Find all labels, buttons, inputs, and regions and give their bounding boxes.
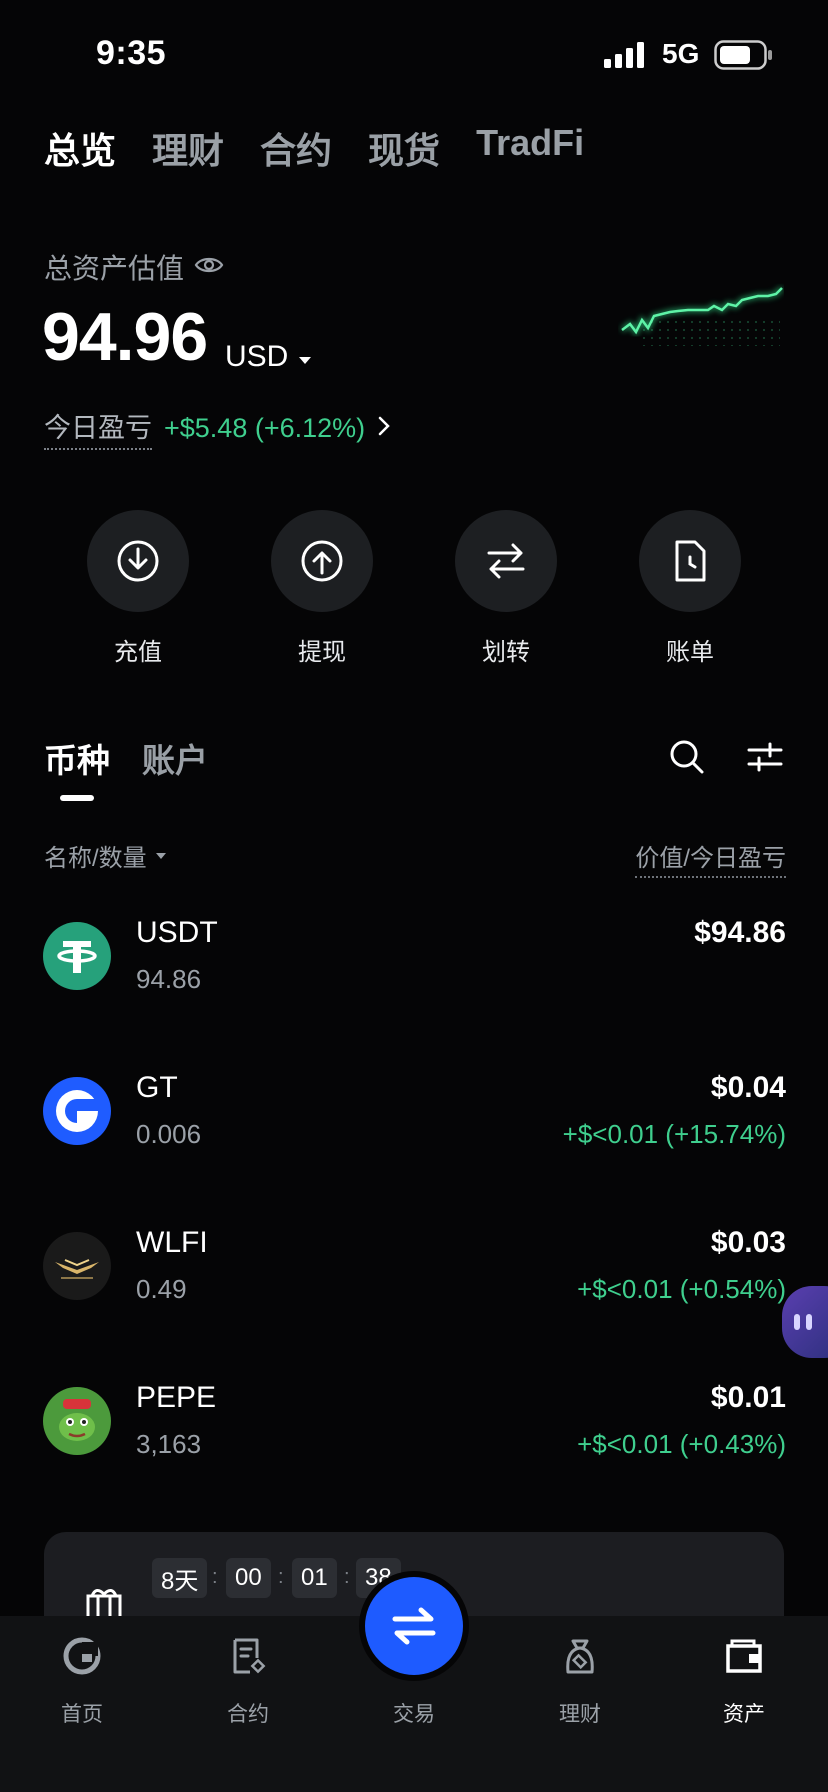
- contract-icon: [233, 1638, 266, 1674]
- wallet-icon: [726, 1639, 762, 1673]
- asset-sparkline: [618, 280, 784, 355]
- coin-row-wlfi[interactable]: [0, 1200, 828, 1340]
- network-type: 5G: [662, 38, 700, 69]
- currency-selector[interactable]: USD: [225, 340, 312, 374]
- finance-icon: [566, 1639, 594, 1674]
- coin-quantity: 94.86: [136, 964, 202, 994]
- upload-icon: [301, 540, 343, 582]
- usdt-icon: [43, 922, 111, 990]
- coin-value: $0.03: [710, 1226, 786, 1259]
- coin-symbol: USDT: [136, 916, 218, 949]
- tab-accounts[interactable]: 账户: [142, 734, 208, 782]
- coin-quantity: 0.49: [136, 1274, 187, 1304]
- coin-row-usdt[interactable]: [0, 890, 828, 1030]
- today-pnl-row[interactable]: 今日盈亏 +$5.48 (+6.12%): [44, 406, 391, 450]
- tab-finance[interactable]: 理财: [152, 122, 224, 174]
- total-asset-label: 总资产估值: [44, 253, 185, 284]
- bill-button[interactable]: 账单: [598, 510, 782, 667]
- bill-label: 账单: [666, 639, 714, 666]
- col-header-right[interactable]: 价值/今日盈亏: [635, 838, 786, 878]
- nav-contract-label: 合约: [227, 1703, 269, 1726]
- search-icon[interactable]: [668, 738, 706, 781]
- caret-down-icon: [155, 852, 166, 859]
- deposit-label: 充值: [114, 639, 162, 666]
- coin-symbol: PEPE: [136, 1381, 217, 1414]
- tab-overview[interactable]: 总览: [44, 122, 116, 174]
- col-header-left: 名称/数量: [44, 845, 147, 872]
- withdraw-label: 提现: [298, 639, 346, 666]
- countdown-minutes: 01: [292, 1558, 337, 1598]
- sort-by-name[interactable]: 名称/数量: [44, 838, 167, 873]
- tab-spot[interactable]: 现货: [368, 122, 440, 174]
- nav-home[interactable]: 首页: [22, 1630, 142, 1728]
- nav-assets[interactable]: 资产: [684, 1630, 804, 1728]
- coin-account-tabs: 币种 账户: [44, 734, 208, 782]
- coin-change: +$<0.01 (+15.74%): [562, 1119, 786, 1149]
- chevron-right-icon: [377, 413, 391, 444]
- pepe-icon: [43, 1387, 111, 1455]
- tab-coins[interactable]: 币种: [44, 734, 110, 782]
- nav-contract[interactable]: 合约: [188, 1630, 308, 1728]
- nav-trade-label: 交易: [393, 1703, 435, 1726]
- filter-icon[interactable]: [746, 738, 784, 781]
- status-time: 9:35: [96, 34, 167, 72]
- wlfi-icon: [43, 1232, 111, 1300]
- deposit-button[interactable]: 充值: [46, 510, 230, 667]
- coin-row-gt[interactable]: [0, 1045, 828, 1185]
- coin-row-pepe[interactable]: [0, 1355, 828, 1495]
- tab-tradfi[interactable]: TradFi: [476, 122, 584, 174]
- gt-icon: [43, 1077, 111, 1145]
- coin-symbol: WLFI: [136, 1226, 208, 1259]
- countdown-separator: :: [344, 1566, 350, 1588]
- coin-symbol: GT: [136, 1071, 178, 1104]
- nav-home-label: 首页: [61, 1703, 103, 1726]
- countdown-separator: :: [212, 1566, 218, 1588]
- active-tab-indicator: [60, 795, 94, 801]
- bill-icon: [675, 540, 706, 582]
- transfer-label: 划转: [482, 639, 530, 666]
- caret-down-icon: [298, 340, 312, 374]
- coin-quantity: 0.006: [136, 1119, 202, 1149]
- coin-value: $94.86: [694, 916, 786, 949]
- coin-quantity: 3,163: [136, 1429, 202, 1459]
- battery-icon: [714, 40, 774, 75]
- total-asset-value: 94.96: [42, 299, 208, 375]
- coin-value: $0.04: [710, 1071, 786, 1104]
- countdown-separator: :: [278, 1566, 284, 1588]
- nav-trade-label-wrap[interactable]: 交易: [354, 1630, 474, 1728]
- eye-icon[interactable]: [194, 251, 224, 283]
- total-asset-label-row: 总资产估值: [44, 247, 224, 287]
- transfer-icon: [487, 543, 525, 579]
- coin-value: $0.01: [710, 1381, 786, 1414]
- download-icon: [117, 540, 159, 582]
- countdown-hours: 00: [226, 1558, 271, 1598]
- countdown-days: 8天: [152, 1558, 208, 1598]
- assistant-bubble[interactable]: [782, 1286, 828, 1358]
- today-pnl-value: +$5.48 (+6.12%): [164, 412, 366, 443]
- nav-assets-label: 资产: [723, 1703, 765, 1726]
- today-pnl-label: 今日盈亏: [44, 406, 152, 450]
- withdraw-button[interactable]: 提现: [230, 510, 414, 667]
- tab-futures[interactable]: 合约: [260, 122, 332, 174]
- signal-icon: [604, 42, 646, 73]
- nav-finance[interactable]: 理财: [520, 1630, 640, 1728]
- coin-change: +$<0.01 (+0.54%): [577, 1274, 786, 1304]
- top-tabs: 总览 理财 合约 现货 TradFi: [44, 122, 584, 174]
- currency-unit: USD: [225, 340, 289, 373]
- transfer-button[interactable]: 划转: [414, 510, 598, 667]
- nav-finance-label: 理财: [559, 1703, 601, 1726]
- home-icon: [63, 1637, 101, 1675]
- coin-change: +$<0.01 (+0.43%): [577, 1429, 786, 1459]
